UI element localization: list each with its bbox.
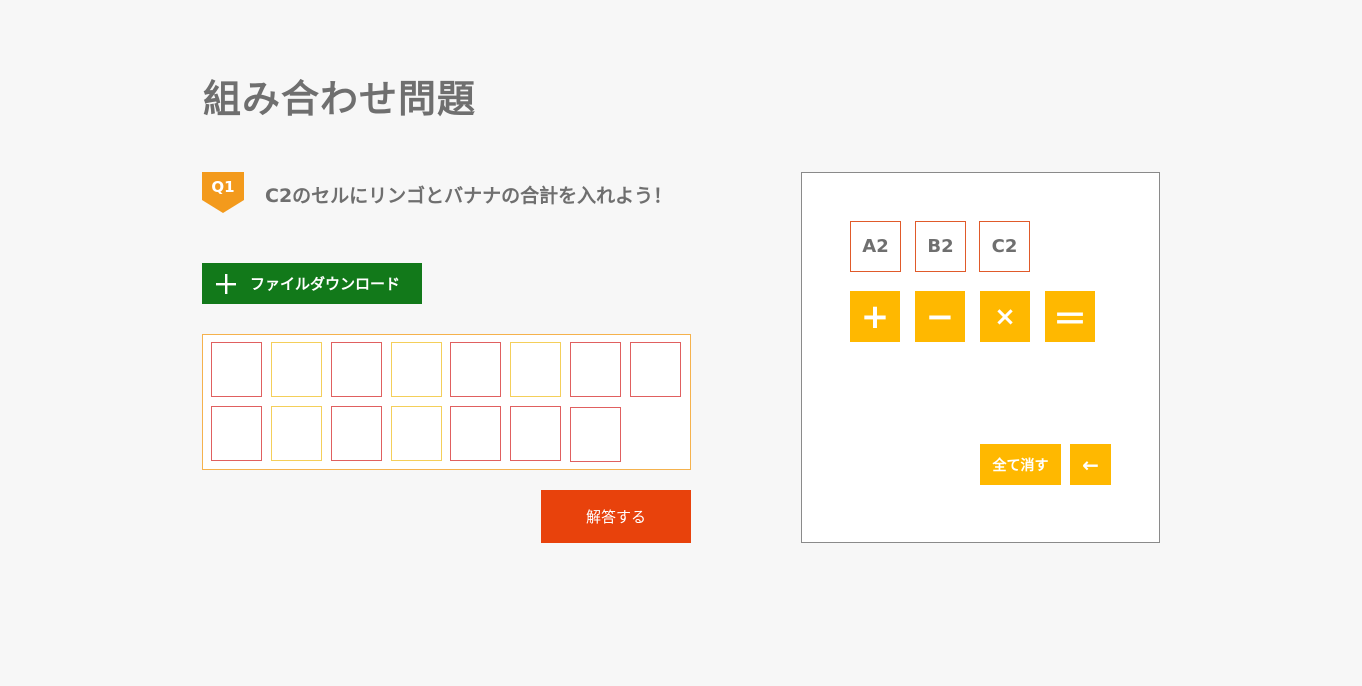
clear-all-button[interactable]: 全て消す: [980, 444, 1061, 485]
multiply-key[interactable]: ×: [980, 291, 1030, 342]
cell-key-a2[interactable]: A2: [850, 221, 901, 272]
answer-slot[interactable]: [271, 406, 322, 461]
cell-key-b2[interactable]: B2: [915, 221, 966, 272]
answer-slot[interactable]: [510, 342, 561, 397]
answer-slot[interactable]: [450, 342, 501, 397]
plus-icon: [202, 263, 250, 304]
answer-area: [202, 334, 691, 470]
backspace-button[interactable]: ←: [1070, 444, 1111, 485]
answer-slot[interactable]: [211, 406, 262, 461]
answer-slot[interactable]: [510, 406, 561, 461]
download-button[interactable]: ファイルダウンロード: [202, 263, 422, 304]
answer-slot[interactable]: [570, 407, 621, 462]
answer-slot[interactable]: [211, 342, 262, 397]
answer-slot[interactable]: [391, 342, 442, 397]
plus-key[interactable]: +: [850, 291, 900, 342]
equals-key[interactable]: ＝: [1045, 291, 1095, 342]
formula-panel: A2 B2 C2 + − × ＝ 全て消す ←: [801, 172, 1160, 543]
minus-key[interactable]: −: [915, 291, 965, 342]
page: 組み合わせ問題 Q1 C2のセルにリンゴとバナナの合計を入れよう！ ファイルダウ…: [0, 0, 1362, 686]
question-badge: Q1: [202, 172, 244, 213]
page-title: 組み合わせ問題: [203, 77, 477, 121]
answer-slot[interactable]: [331, 342, 382, 397]
answer-slot[interactable]: [271, 342, 322, 397]
download-label: ファイルダウンロード: [250, 275, 401, 293]
answer-slot[interactable]: [570, 342, 621, 397]
submit-button[interactable]: 解答する: [541, 490, 691, 543]
question-number: Q1: [211, 178, 235, 196]
answer-slot[interactable]: [630, 342, 681, 397]
answer-slot[interactable]: [391, 406, 442, 461]
answer-slot[interactable]: [450, 406, 501, 461]
answer-slot[interactable]: [331, 406, 382, 461]
question-text: C2のセルにリンゴとバナナの合計を入れよう！: [265, 185, 673, 207]
cell-key-c2[interactable]: C2: [979, 221, 1030, 272]
